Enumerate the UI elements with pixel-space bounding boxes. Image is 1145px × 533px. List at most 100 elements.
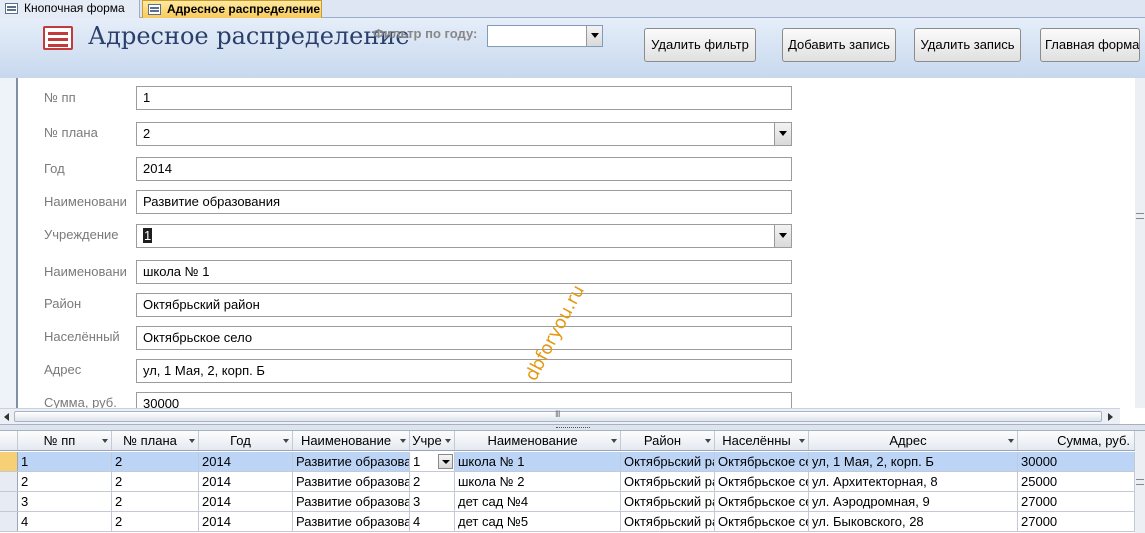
cell-sum[interactable]: 27000 <box>1018 512 1135 531</box>
sort-arrow-icon[interactable] <box>189 439 195 443</box>
cell-address[interactable]: ул. Архитекторная, 8 <box>809 472 1018 491</box>
cell-address[interactable]: ул. Аэродромная, 9 <box>809 492 1018 511</box>
cell-settlement[interactable]: Октябрьское село <box>715 472 809 491</box>
main-form-button[interactable]: Главная форма <box>1040 28 1140 62</box>
cell-settlement[interactable]: Октябрьское село <box>715 492 809 511</box>
column-header-district[interactable]: Район <box>621 431 715 450</box>
sort-arrow-icon[interactable] <box>611 439 617 443</box>
cell-institution-name[interactable]: школа № 2 <box>455 472 621 491</box>
table-row[interactable]: 1 2 2014 Развитие образования 1 школа № … <box>0 452 1135 472</box>
record-selector[interactable] <box>0 78 18 408</box>
institution-combo[interactable]: 1 <box>136 224 792 248</box>
cell-program-name[interactable]: Развитие образования <box>293 512 410 531</box>
add-record-button[interactable]: Добавить запись <box>782 28 896 62</box>
cell-num[interactable]: 2 <box>18 472 112 491</box>
cell-sum[interactable]: 25000 <box>1018 472 1135 491</box>
row-selector[interactable] <box>0 492 18 511</box>
sort-arrow-icon[interactable] <box>445 439 451 443</box>
cell-program-name[interactable]: Развитие образования <box>293 452 410 471</box>
cell-district[interactable]: Октябрьский район <box>621 452 715 471</box>
cell-institution[interactable]: 2 <box>410 472 455 491</box>
num-field[interactable]: 1 <box>136 86 792 110</box>
chevron-down-icon[interactable] <box>586 26 602 46</box>
column-header-num[interactable]: № пп <box>18 431 112 450</box>
program-name-field[interactable]: Развитие образования <box>136 190 792 214</box>
cell-year[interactable]: 2014 <box>199 472 293 491</box>
column-header-institution-name[interactable]: Наименование <box>455 431 621 450</box>
field-label-program-name: Наименовани <box>44 194 127 209</box>
cell-district[interactable]: Октябрьский район <box>621 512 715 531</box>
table-row[interactable]: 3 2 2014 Развитие образования 3 дет сад … <box>0 492 1135 512</box>
column-header-year[interactable]: Год <box>199 431 293 450</box>
select-all-corner[interactable] <box>0 431 18 450</box>
cell-institution-name[interactable]: дет сад №4 <box>455 492 621 511</box>
cell-year[interactable]: 2014 <box>199 492 293 511</box>
cell-num[interactable]: 4 <box>18 512 112 531</box>
cell-plan[interactable]: 2 <box>112 472 199 491</box>
column-header-program-name[interactable]: Наименование <box>293 431 410 450</box>
chevron-down-icon[interactable] <box>774 123 791 145</box>
column-header-settlement[interactable]: Населённы <box>715 431 809 450</box>
sum-field[interactable]: 30000 <box>136 392 792 408</box>
scroll-left-icon[interactable] <box>4 413 9 421</box>
cell-institution-name[interactable]: дет сад №5 <box>455 512 621 531</box>
row-selector[interactable] <box>0 512 18 531</box>
cell-program-name[interactable]: Развитие образования <box>293 492 410 511</box>
cell-num[interactable]: 3 <box>18 492 112 511</box>
sort-arrow-icon[interactable] <box>283 439 289 443</box>
cell-district[interactable]: Октябрьский район <box>621 492 715 511</box>
cell-institution-combo[interactable]: 1 <box>410 452 455 471</box>
cell-program-name[interactable]: Развитие образования <box>293 472 410 491</box>
sort-arrow-icon[interactable] <box>1008 439 1014 443</box>
cell-institution-name[interactable]: школа № 1 <box>455 452 621 471</box>
form-horizontal-scrollbar[interactable] <box>0 408 1120 424</box>
table-row[interactable]: 4 2 2014 Развитие образования 4 дет сад … <box>0 512 1135 532</box>
datasheet-vertical-scrollbar[interactable] <box>1135 431 1145 533</box>
sort-arrow-icon[interactable] <box>799 439 805 443</box>
cell-settlement[interactable]: Октябрьское село <box>715 512 809 531</box>
column-header-institution[interactable]: Учре <box>410 431 455 450</box>
year-field[interactable]: 2014 <box>136 157 792 181</box>
column-header-sum[interactable]: Сумма, руб. <box>1018 431 1135 450</box>
cell-district[interactable]: Октябрьский район <box>621 472 715 491</box>
sort-arrow-icon[interactable] <box>400 439 406 443</box>
scroll-right-icon[interactable] <box>1108 413 1113 421</box>
cell-institution[interactable]: 3 <box>410 492 455 511</box>
plan-combo[interactable]: 2 <box>136 122 792 146</box>
scroll-grip-icon[interactable] <box>1136 213 1144 219</box>
district-field[interactable]: Октябрьский район <box>136 293 792 317</box>
cell-plan[interactable]: 2 <box>112 512 199 531</box>
cell-plan[interactable]: 2 <box>112 492 199 511</box>
cell-year[interactable]: 2014 <box>199 512 293 531</box>
tab-address-distribution[interactable]: Адресное распределение <box>142 0 322 18</box>
cell-plan[interactable]: 2 <box>112 452 199 471</box>
year-filter-select[interactable] <box>487 25 603 47</box>
institution-name-field[interactable]: школа № 1 <box>136 260 792 284</box>
sort-arrow-icon[interactable] <box>705 439 711 443</box>
address-field[interactable]: ул, 1 Мая, 2, корп. Б <box>136 359 792 383</box>
cell-institution[interactable]: 4 <box>410 512 455 531</box>
split-form-splitter[interactable] <box>0 424 1145 431</box>
cell-year[interactable]: 2014 <box>199 452 293 471</box>
cell-sum[interactable]: 27000 <box>1018 492 1135 511</box>
chevron-down-icon[interactable] <box>774 225 791 247</box>
scroll-thumb[interactable] <box>14 409 1102 422</box>
cell-sum[interactable]: 30000 <box>1018 452 1135 471</box>
cell-num[interactable]: 1 <box>18 452 112 471</box>
delete-record-button[interactable]: Удалить запись <box>914 28 1021 62</box>
cell-address[interactable]: ул. Быковского, 28 <box>809 512 1018 531</box>
column-header-plan[interactable]: № плана <box>112 431 199 450</box>
tab-button-form[interactable]: Кнопочная форма <box>0 0 140 18</box>
settlement-field[interactable]: Октябрьское село <box>136 326 792 350</box>
sort-arrow-icon[interactable] <box>102 439 108 443</box>
form-vertical-scrollbar[interactable] <box>1135 78 1145 408</box>
cell-address[interactable]: ул, 1 Мая, 2, корп. Б <box>809 452 1018 471</box>
delete-filter-button[interactable]: Удалить фильтр <box>644 28 756 62</box>
scroll-grip-icon[interactable] <box>1136 479 1144 485</box>
row-selector[interactable] <box>0 452 18 471</box>
table-row[interactable]: 2 2 2014 Развитие образования 2 школа № … <box>0 472 1135 492</box>
chevron-down-icon[interactable] <box>438 454 453 469</box>
row-selector[interactable] <box>0 472 18 491</box>
column-header-address[interactable]: Адрес <box>809 431 1018 450</box>
cell-settlement[interactable]: Октябрьское село <box>715 452 809 471</box>
